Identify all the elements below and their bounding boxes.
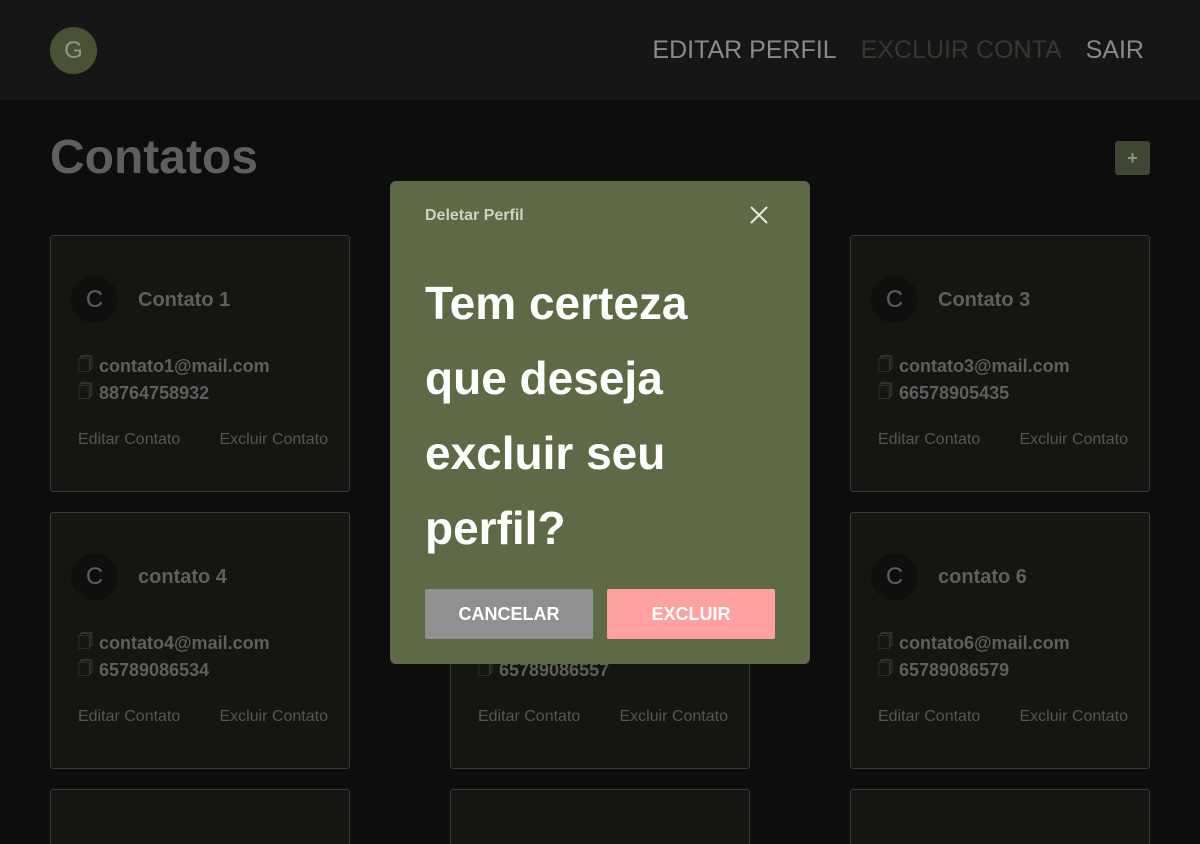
edit-profile-link[interactable]: EDITAR PERFIL <box>652 36 836 65</box>
contact-card <box>50 789 350 844</box>
contact-email: 🗍 contato4@mail.com <box>78 631 270 656</box>
copy-icon[interactable]: 🗍 <box>78 631 93 656</box>
contact-phone: 🗍 65789086579 <box>878 658 1009 683</box>
contact-phone: 🗍 88764758932 <box>78 381 209 406</box>
contact-card <box>450 789 750 844</box>
cancel-button[interactable]: CANCELAR <box>425 589 593 639</box>
contact-phone-text: 65789086579 <box>899 660 1010 680</box>
close-icon[interactable] <box>746 202 772 228</box>
add-contact-button[interactable]: + <box>1115 141 1150 175</box>
copy-icon[interactable]: 🗍 <box>878 658 893 683</box>
contact-actions: Editar Contato Excluir Contato <box>78 431 328 449</box>
copy-icon[interactable]: 🗍 <box>78 354 93 379</box>
copy-icon[interactable]: 🗍 <box>878 381 893 406</box>
contact-name: contato 6 <box>938 566 1027 588</box>
contact-name: Contato 1 <box>138 289 231 311</box>
contact-phone-text: 66578905435 <box>899 383 1010 403</box>
contact-avatar: C <box>71 553 118 600</box>
modal-question: Tem certeza que deseja excluir seu perfi… <box>425 277 688 554</box>
contact-email-text: contato1@mail.com <box>99 356 270 376</box>
delete-contact-button[interactable]: Excluir Contato <box>1020 431 1129 449</box>
contact-phone: 🗍 65789086534 <box>78 658 209 683</box>
copy-icon[interactable]: 🗍 <box>878 631 893 656</box>
delete-account-link[interactable]: EXCLUIR CONTA <box>861 36 1062 65</box>
delete-profile-modal: Deletar Perfil Tem certeza que deseja ex… <box>390 181 810 664</box>
contact-avatar: C <box>871 276 918 323</box>
contact-avatar: C <box>871 553 918 600</box>
plus-icon: + <box>1127 147 1138 168</box>
contact-card: C Contato 1 🗍 contato1@mail.com 🗍 887647… <box>50 235 350 492</box>
page-title: Contatos <box>50 131 258 184</box>
confirm-delete-button[interactable]: EXCLUIR <box>607 589 775 639</box>
contact-actions: Editar Contato Excluir Contato <box>478 708 728 726</box>
modal-title: Deletar Perfil <box>425 207 524 224</box>
copy-icon[interactable]: 🗍 <box>78 381 93 406</box>
user-avatar[interactable]: G <box>50 27 97 74</box>
contact-email-text: contato3@mail.com <box>899 356 1070 376</box>
contact-email: 🗍 contato1@mail.com <box>78 354 270 379</box>
edit-contact-button[interactable]: Editar Contato <box>878 431 980 449</box>
contact-email-text: contato4@mail.com <box>99 633 270 653</box>
contact-actions: Editar Contato Excluir Contato <box>78 708 328 726</box>
contact-phone: 🗍 66578905435 <box>878 381 1009 406</box>
contact-actions: Editar Contato Excluir Contato <box>878 431 1128 449</box>
contact-name: Contato 3 <box>938 289 1031 311</box>
top-header: G EDITAR PERFIL EXCLUIR CONTA SAIR <box>0 0 1200 100</box>
header-nav: EDITAR PERFIL EXCLUIR CONTA SAIR <box>652 36 1144 65</box>
delete-contact-button[interactable]: Excluir Contato <box>620 708 729 726</box>
delete-contact-button[interactable]: Excluir Contato <box>1020 708 1129 726</box>
edit-contact-button[interactable]: Editar Contato <box>78 431 180 449</box>
contact-card <box>850 789 1150 844</box>
contact-name: contato 4 <box>138 566 227 588</box>
contact-card: C contato 4 🗍 contato4@mail.com 🗍 657890… <box>50 512 350 769</box>
contact-email-text: contato6@mail.com <box>899 633 1070 653</box>
edit-contact-button[interactable]: Editar Contato <box>878 708 980 726</box>
copy-icon[interactable]: 🗍 <box>878 354 893 379</box>
logout-link[interactable]: SAIR <box>1086 36 1144 65</box>
contact-phone-text: 88764758932 <box>99 383 210 403</box>
contact-actions: Editar Contato Excluir Contato <box>878 708 1128 726</box>
contact-email: 🗍 contato6@mail.com <box>878 631 1070 656</box>
contact-card: C contato 6 🗍 contato6@mail.com 🗍 657890… <box>850 512 1150 769</box>
edit-contact-button[interactable]: Editar Contato <box>78 708 180 726</box>
contact-phone-text: 65789086534 <box>99 660 210 680</box>
delete-contact-button[interactable]: Excluir Contato <box>220 708 329 726</box>
contact-avatar: C <box>71 276 118 323</box>
delete-contact-button[interactable]: Excluir Contato <box>220 431 329 449</box>
contact-email: 🗍 contato3@mail.com <box>878 354 1070 379</box>
copy-icon[interactable]: 🗍 <box>78 658 93 683</box>
edit-contact-button[interactable]: Editar Contato <box>478 708 580 726</box>
contact-card: C Contato 3 🗍 contato3@mail.com 🗍 665789… <box>850 235 1150 492</box>
